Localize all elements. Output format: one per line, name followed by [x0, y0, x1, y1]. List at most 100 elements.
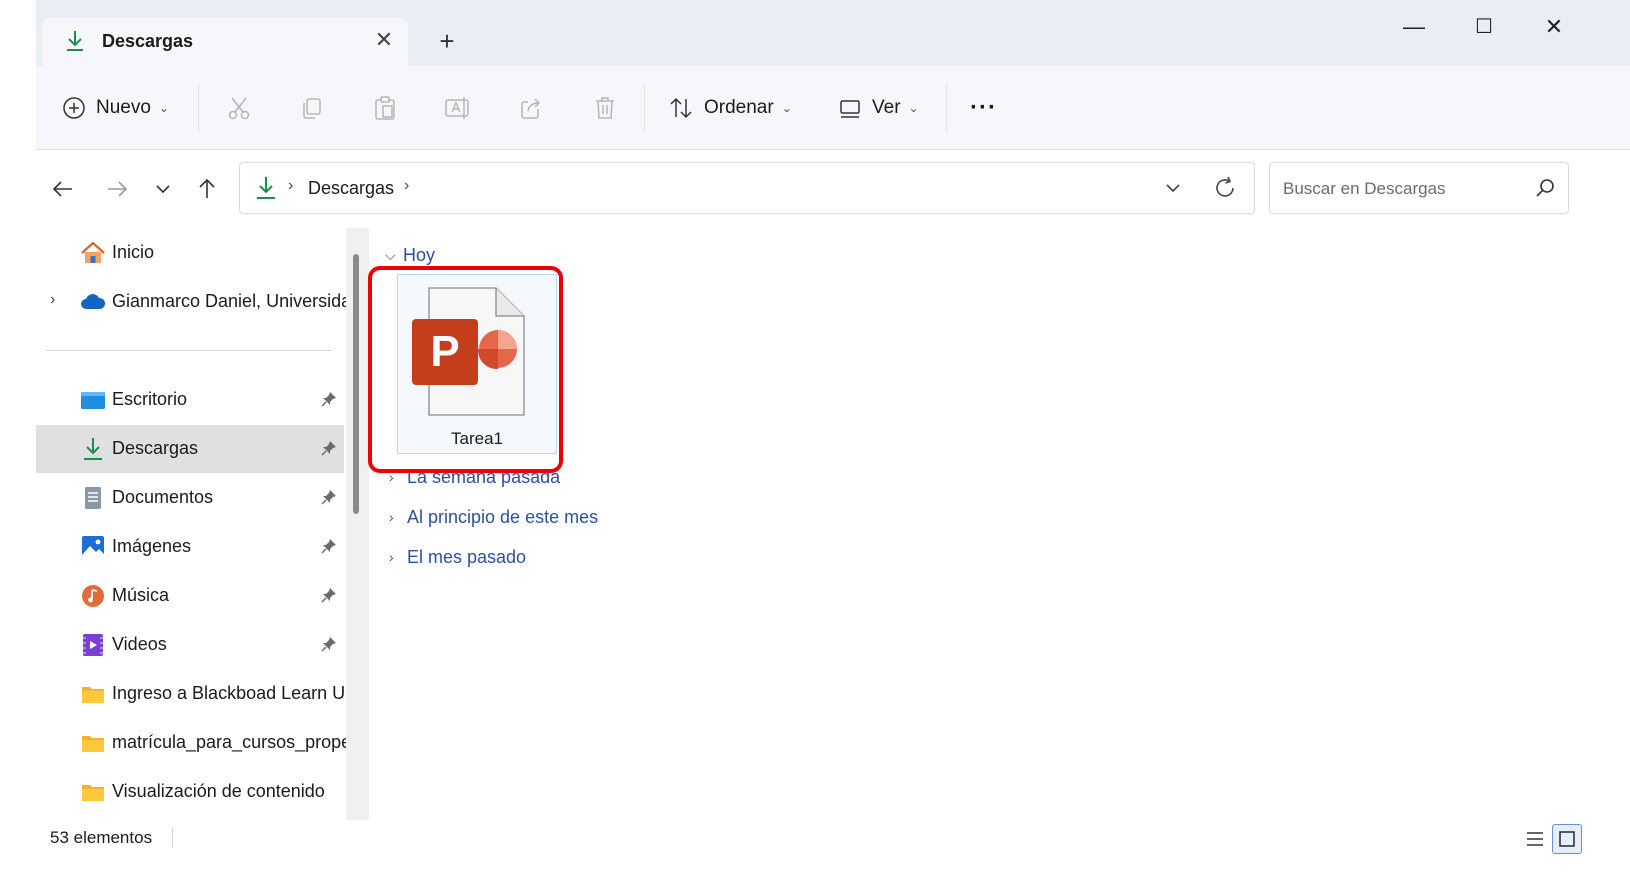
- copy-button[interactable]: [298, 88, 324, 128]
- navigation-bar: › Descargas › Buscar en Descargas: [36, 150, 1630, 228]
- breadcrumb-separator[interactable]: ›: [288, 177, 293, 195]
- pictures-icon: [82, 536, 104, 558]
- breadcrumb-descargas[interactable]: Descargas: [308, 178, 394, 199]
- share-button[interactable]: [518, 88, 544, 128]
- file-item-tarea1[interactable]: P Tarea1: [397, 274, 557, 454]
- desktop-icon: [81, 392, 105, 409]
- sidebar-item-escritorio[interactable]: Escritorio: [36, 376, 344, 424]
- search-icon: [1536, 179, 1554, 197]
- tab-descargas[interactable]: Descargas ✕: [42, 18, 408, 66]
- download-icon: [84, 438, 102, 460]
- group-header-al-principio-de-este-mes[interactable]: › Al principio de este mes: [389, 504, 598, 530]
- sidebar-item-label: Escritorio: [112, 389, 188, 409]
- more-options-button[interactable]: ···: [970, 88, 997, 128]
- address-bar[interactable]: › Descargas ›: [239, 162, 1255, 214]
- copy-icon: [303, 98, 321, 119]
- chevron-down-icon: ⌵: [385, 246, 396, 263]
- sidebar-item-inicio[interactable]: Inicio: [36, 229, 344, 277]
- chevron-right-icon: ›: [389, 509, 394, 525]
- tiles-view-button[interactable]: [1552, 824, 1582, 854]
- folder-icon: [82, 785, 104, 801]
- sidebar-item-label: matrícula_para_cursos_prope: [112, 732, 346, 752]
- cloud-icon: [81, 294, 106, 309]
- recent-locations-button[interactable]: [146, 172, 180, 206]
- sidebar-item-label: Descargas: [112, 438, 199, 458]
- close-window-button[interactable]: ✕: [1534, 10, 1574, 44]
- group-label: Hoy: [403, 244, 436, 265]
- cut-button[interactable]: [226, 88, 252, 128]
- maximize-button[interactable]: ☐: [1464, 10, 1504, 44]
- pin-icon[interactable]: [320, 635, 338, 653]
- music-icon: [82, 585, 104, 607]
- view-button[interactable]: Ver ⌄: [838, 88, 919, 128]
- sidebar-item-label: Música: [112, 585, 170, 605]
- plus-circle-icon: [63, 97, 85, 119]
- sidebar-item-folder[interactable]: Ingreso a Blackboad Learn U: [36, 670, 345, 718]
- group-header-el-mes-pasado[interactable]: › El mes pasado: [389, 544, 526, 570]
- tab-title: Descargas: [102, 31, 194, 51]
- new-tab-button[interactable]: +: [432, 26, 462, 56]
- chevron-right-icon: ›: [389, 549, 394, 565]
- sidebar-item-musica[interactable]: Música: [36, 572, 344, 620]
- sidebar-scrollbar-thumb[interactable]: [353, 254, 359, 514]
- back-button[interactable]: [46, 172, 80, 206]
- rename-button[interactable]: [444, 88, 472, 128]
- sidebar-item-videos[interactable]: Videos: [36, 621, 344, 669]
- view-label: Ver: [872, 97, 901, 118]
- chevron-right-icon: ›: [389, 469, 394, 485]
- group-header-hoy[interactable]: ⌵ Hoy: [385, 242, 435, 268]
- svg-text:P: P: [430, 327, 459, 376]
- powerpoint-file-icon: P: [412, 287, 525, 416]
- download-icon: [257, 177, 275, 199]
- search-box[interactable]: Buscar en Descargas: [1269, 162, 1569, 214]
- file-list: ⌵ Hoy P Tarea1 › La semana pasada › Al p…: [369, 228, 1630, 820]
- chevron-down-icon: ⌄: [158, 101, 169, 115]
- forward-button[interactable]: [100, 172, 134, 206]
- group-label: El mes pasado: [407, 546, 527, 567]
- chevron-down-icon[interactable]: [1162, 177, 1184, 199]
- chevron-down-icon: ⌄: [908, 101, 919, 115]
- document-icon: [85, 487, 101, 509]
- sort-button[interactable]: Ordenar ⌄: [668, 88, 792, 128]
- pin-icon[interactable]: [320, 537, 338, 555]
- clipboard-icon: [375, 96, 395, 120]
- sidebar-item-onedrive[interactable]: › Gianmarco Daniel, Universidad: [36, 278, 346, 326]
- new-button[interactable]: Nuevo ⌄: [62, 88, 169, 128]
- chevron-down-icon: ⌄: [781, 101, 792, 115]
- delete-button[interactable]: [592, 88, 618, 128]
- group-header-la-semana-pasada[interactable]: › La semana pasada: [389, 464, 560, 490]
- search-input[interactable]: Buscar en Descargas: [1283, 179, 1446, 199]
- sidebar-item-imagenes[interactable]: Imágenes: [36, 523, 344, 571]
- new-label: Nuevo: [96, 97, 151, 118]
- paste-button[interactable]: [372, 88, 398, 128]
- pin-icon[interactable]: [320, 439, 338, 457]
- sidebar-item-documentos[interactable]: Documentos: [36, 474, 344, 522]
- navigation-pane: Inicio › Gianmarco Daniel, Universidad E…: [36, 228, 346, 820]
- breadcrumb-separator[interactable]: ›: [404, 177, 409, 195]
- chevron-right-icon[interactable]: ›: [50, 291, 55, 309]
- sidebar-item-label: Visualización de contenido: [112, 781, 325, 801]
- separator: [644, 84, 645, 132]
- sidebar-item-label: Imágenes: [112, 536, 192, 556]
- arrow-up-icon: [199, 178, 215, 198]
- sidebar-item-folder[interactable]: matrícula_para_cursos_prope: [36, 719, 346, 767]
- sidebar-item-descargas[interactable]: Descargas: [36, 425, 344, 473]
- folder-icon: [82, 736, 104, 752]
- details-view-button[interactable]: [1520, 824, 1550, 854]
- list-view-icon: [1527, 832, 1543, 846]
- pin-icon[interactable]: [320, 390, 338, 408]
- scissors-icon: [228, 97, 250, 120]
- separator: [198, 84, 199, 132]
- pin-icon[interactable]: [320, 586, 338, 604]
- refresh-icon[interactable]: [1212, 175, 1238, 201]
- file-name: Tarea1: [451, 429, 503, 448]
- tab-close-button[interactable]: ✕: [370, 26, 398, 54]
- up-button[interactable]: [190, 172, 224, 206]
- share-icon: [521, 98, 541, 119]
- separator: [946, 84, 947, 132]
- minimize-button[interactable]: —: [1394, 10, 1434, 44]
- sidebar-item-folder[interactable]: Visualización de contenido: [36, 768, 344, 816]
- status-separator: [172, 828, 173, 848]
- pin-icon[interactable]: [320, 488, 338, 506]
- trash-icon: [596, 97, 614, 119]
